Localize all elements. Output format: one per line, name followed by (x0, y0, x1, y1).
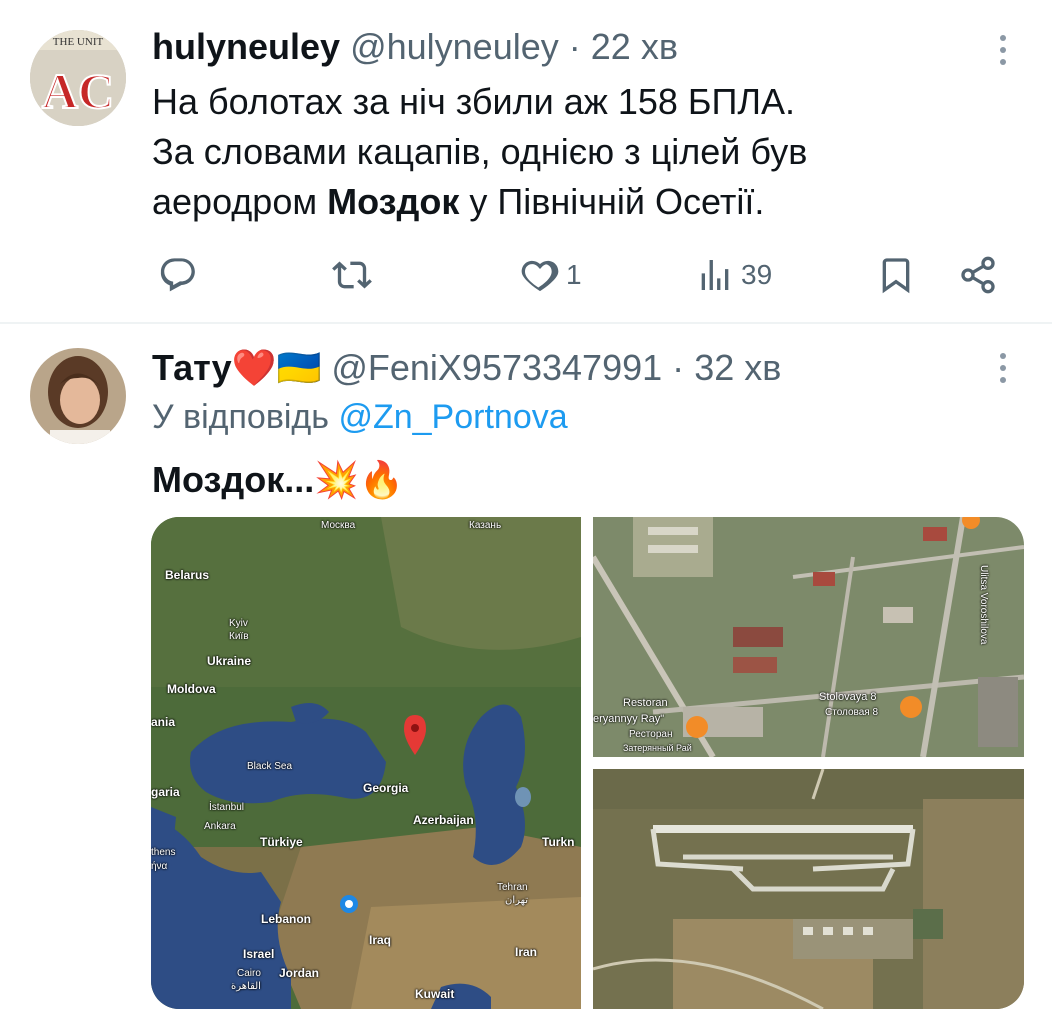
map-label: Cairo (237, 968, 261, 979)
bold-text: Моздок... (152, 459, 315, 500)
map-label: Moldova (167, 682, 216, 696)
bookmark-button[interactable] (876, 250, 916, 300)
map-label: Iran (515, 945, 538, 959)
map-label: Москва (321, 520, 356, 531)
map-label: Lebanon (261, 912, 311, 926)
map-label: Київ (229, 631, 249, 642)
map-label: Ресторан (629, 729, 673, 740)
map-label: Ankara (204, 821, 236, 832)
share-icon (961, 256, 995, 294)
map-label: Georgia (363, 781, 409, 795)
map-label: Turkn (542, 835, 575, 849)
tweet-text: Моздок...💥🔥 (152, 456, 404, 504)
avatar-image: THE UNIT AC (30, 30, 126, 126)
avatar[interactable]: THE UNIT AC (30, 30, 126, 126)
separator: · (672, 347, 685, 388)
avatar-banner-text: THE UNIT (53, 36, 104, 48)
like-button[interactable]: 1 (520, 250, 582, 300)
view-count: 39 (741, 259, 773, 290)
map-label: İstanbul (209, 802, 245, 813)
tweet-header: Тату❤️🇺🇦 @FeniX9573347991 · 32 хв (152, 346, 781, 390)
display-name[interactable]: hulyneuley (152, 26, 340, 67)
satellite-image-airfield[interactable] (593, 769, 1024, 1009)
tweet-text-line-3: аеродром Моздок у Північній Осетії. (152, 181, 765, 222)
avatar-image (30, 348, 126, 444)
views-icon (701, 260, 729, 290)
more-options-icon[interactable] (983, 348, 1023, 388)
map-label: Столовая 8 (825, 707, 879, 718)
map-label: thens (151, 847, 176, 858)
heart-icon (521, 260, 559, 292)
more-options-icon[interactable] (983, 30, 1023, 70)
restaurant-pin-icon (900, 696, 922, 718)
map-image[interactable]: Москва Казань Belarus Kyiv Київ Ukraine … (151, 517, 581, 1009)
text-emojis: 💥🔥 (314, 459, 404, 500)
map-label: Türkiye (260, 835, 303, 849)
map-label: Black Sea (247, 761, 293, 772)
share-button[interactable] (958, 250, 998, 300)
action-bar: 1 39 (150, 250, 1010, 300)
map-label: Azerbaijan (413, 813, 474, 827)
name-emojis: ❤️🇺🇦 (231, 347, 322, 388)
tweet-text-line-1: На болотах за ніч збили аж 158 БПЛА. (152, 81, 796, 122)
bold-text: Моздок (327, 181, 460, 222)
avatar[interactable] (30, 348, 126, 444)
map-label: Stolovaya 8 (819, 691, 877, 703)
like-count: 1 (566, 259, 582, 290)
tweet-header: hulyneuley @hulyneuley · 22 хв (152, 25, 678, 69)
timestamp[interactable]: 32 хв (694, 347, 781, 388)
separator: · (568, 26, 581, 67)
map-label: Jordan (279, 966, 320, 980)
handle[interactable]: @FeniX9573347991 (331, 347, 662, 388)
avatar-logo-text: AC (42, 63, 114, 119)
map-label: garia (151, 785, 180, 799)
airfield-graphic (593, 769, 1024, 1009)
satellite-image-town[interactable]: Restoran eryannyy Ray" Ресторан Затерянн… (593, 517, 1024, 757)
map-label: Затерянный Рай (623, 743, 692, 753)
map-label: Belarus (165, 568, 210, 582)
bookmark-icon (882, 258, 910, 294)
map-label: eryannyy Ray" (593, 713, 665, 725)
map-label: تهران (505, 895, 529, 906)
views-button[interactable]: 39 (695, 250, 772, 300)
map-label: ήνα (151, 861, 168, 872)
map-label: القاهرة (231, 981, 261, 992)
reply-icon (160, 258, 195, 292)
map-label: Israel (243, 947, 275, 961)
tweet-text-line-2: За словами кацапів, однією з цілей був (152, 131, 808, 172)
map-graphic (151, 517, 581, 1009)
map-label: Iraq (369, 933, 392, 947)
map-label: Restoran (623, 697, 668, 709)
restaurant-pin-icon (686, 716, 708, 738)
media-grid: Москва Казань Belarus Kyiv Київ Ukraine … (151, 517, 1024, 1009)
map-label: Tehran (497, 882, 528, 893)
handle[interactable]: @hulyneuley (350, 26, 559, 67)
repost-icon (332, 261, 372, 289)
map-label: Kuwait (415, 987, 455, 1001)
timestamp[interactable]: 22 хв (591, 26, 678, 67)
map-label: Kyiv (229, 618, 248, 629)
repost-button[interactable] (332, 250, 372, 300)
reply-prefix: У відповідь (152, 398, 329, 436)
map-label: Ulitsa Voroshilova (978, 565, 989, 645)
reply-context: У відповідь @Zn_Portnova (152, 398, 568, 437)
reply-handle-link[interactable]: @Zn_Portnova (338, 398, 567, 436)
tweet-1[interactable]: THE UNIT AC hulyneuley @hulyneuley · 22 … (0, 0, 1052, 322)
reply-button[interactable] (158, 250, 198, 300)
display-name[interactable]: Тату (152, 347, 232, 388)
map-label: Ukraine (207, 654, 252, 668)
map-label: Казань (469, 520, 502, 531)
map-label: ania (151, 715, 176, 729)
